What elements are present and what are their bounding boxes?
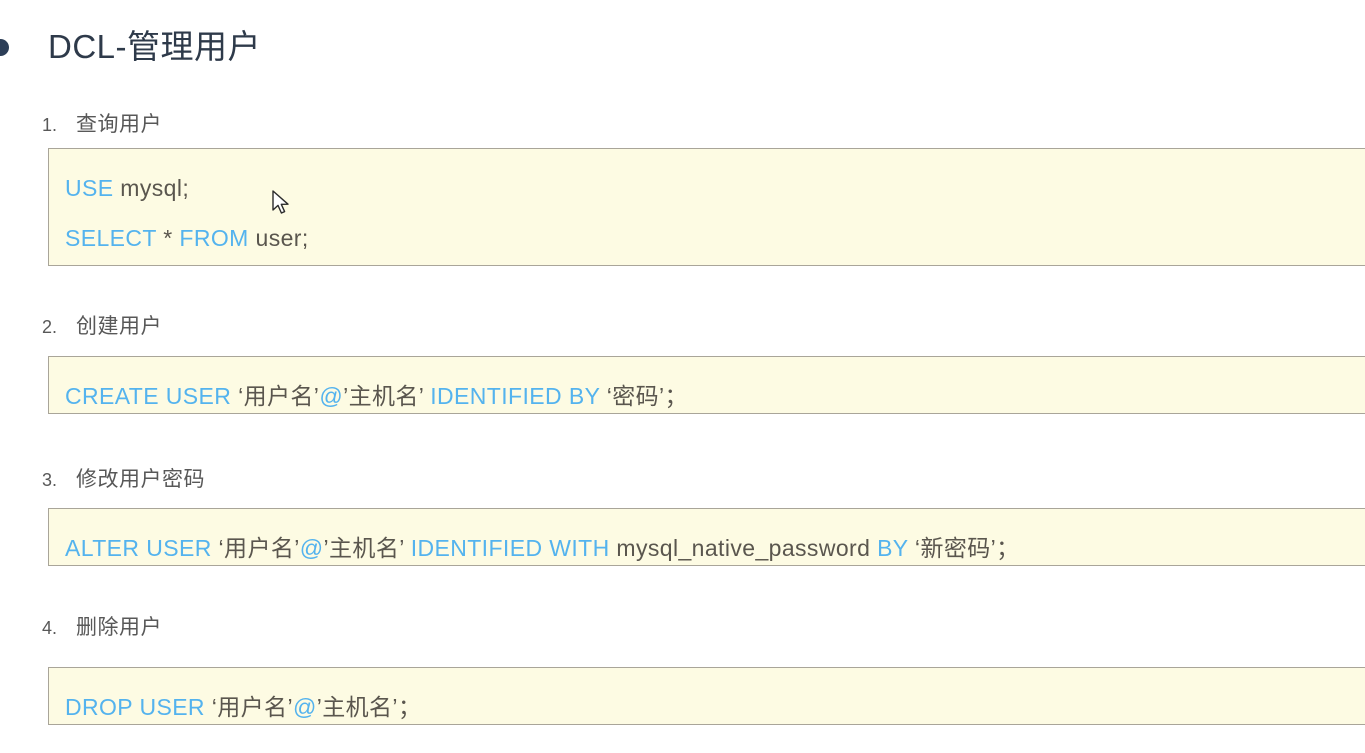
code-text: ’主机名’； [316, 694, 422, 720]
code-text: mysql_native_password [609, 535, 878, 561]
sql-keyword: WITH [549, 535, 610, 561]
section-label: 1. 查询用户 [42, 108, 162, 138]
code-text: ‘密码’； [599, 383, 688, 409]
code-text: ’主机名’ [343, 383, 431, 409]
section-label: 3. 修改用户密码 [42, 463, 205, 493]
code-text: * [156, 225, 180, 251]
at-symbol: @ [319, 383, 344, 409]
code-line: CREATE USER ‘用户名’@’主机名’ IDENTIFIED BY ‘密… [65, 371, 1365, 413]
code-text: user; [248, 225, 309, 251]
code-text: ’主机名’ [323, 535, 411, 561]
section-number: 1. [42, 115, 58, 135]
slide-page: DCL-管理用户 1. 查询用户 USE mysql; SELECT * FROM u… [0, 0, 1365, 753]
at-symbol: @ [299, 535, 324, 561]
code-text: ‘用户名’ [204, 694, 293, 720]
page-heading: DCL-管理用户 [0, 16, 261, 78]
sql-keyword: FROM [179, 225, 249, 251]
code-block[interactable]: USE mysql; SELECT * FROM user; [48, 148, 1365, 266]
section-title: 创建用户 [76, 315, 162, 338]
sql-keyword: DROP [65, 694, 133, 720]
section-label: 2. 创建用户 [42, 310, 162, 340]
section-title: 删除用户 [76, 616, 162, 639]
sql-keyword: ALTER [65, 535, 140, 561]
sql-keyword: USER [146, 535, 212, 561]
sql-keyword: BY [568, 383, 600, 409]
code-line: ALTER USER ‘用户名’@’主机名’ IDENTIFIED WITH m… [65, 523, 1365, 565]
code-line: DROP USER ‘用户名’@’主机名’； [65, 682, 1365, 724]
sql-keyword: SELECT [65, 225, 157, 251]
code-text: ‘用户名’ [231, 383, 320, 409]
sql-keyword: IDENTIFIED [430, 383, 563, 409]
code-line: SELECT * FROM user; [65, 213, 1365, 263]
section-number: 3. [42, 470, 58, 490]
sql-keyword: USER [139, 694, 205, 720]
code-line: USE mysql; [65, 163, 1365, 213]
bullet-dot-icon [0, 38, 9, 56]
section-label: 4. 删除用户 [42, 611, 162, 641]
section-title: 查询用户 [76, 113, 162, 136]
section-number: 4. [42, 618, 58, 638]
sql-keyword: USER [165, 383, 232, 409]
code-block[interactable]: DROP USER ‘用户名’@’主机名’； [48, 667, 1365, 725]
code-text: mysql; [113, 175, 190, 201]
sql-keyword: CREATE [65, 383, 159, 409]
sql-keyword: BY [877, 535, 909, 561]
section-number: 2. [42, 317, 58, 337]
at-symbol: @ [292, 694, 317, 720]
code-text: ‘新密码’； [908, 535, 1020, 561]
sql-keyword: IDENTIFIED [410, 535, 543, 561]
page-title: DCL-管理用户 [48, 28, 262, 66]
code-block[interactable]: CREATE USER ‘用户名’@’主机名’ IDENTIFIED BY ‘密… [48, 356, 1365, 414]
section-title: 修改用户密码 [76, 468, 205, 491]
code-text: ‘用户名’ [211, 535, 300, 561]
sql-keyword: USE [65, 175, 114, 201]
code-block[interactable]: ALTER USER ‘用户名’@’主机名’ IDENTIFIED WITH m… [48, 508, 1365, 566]
